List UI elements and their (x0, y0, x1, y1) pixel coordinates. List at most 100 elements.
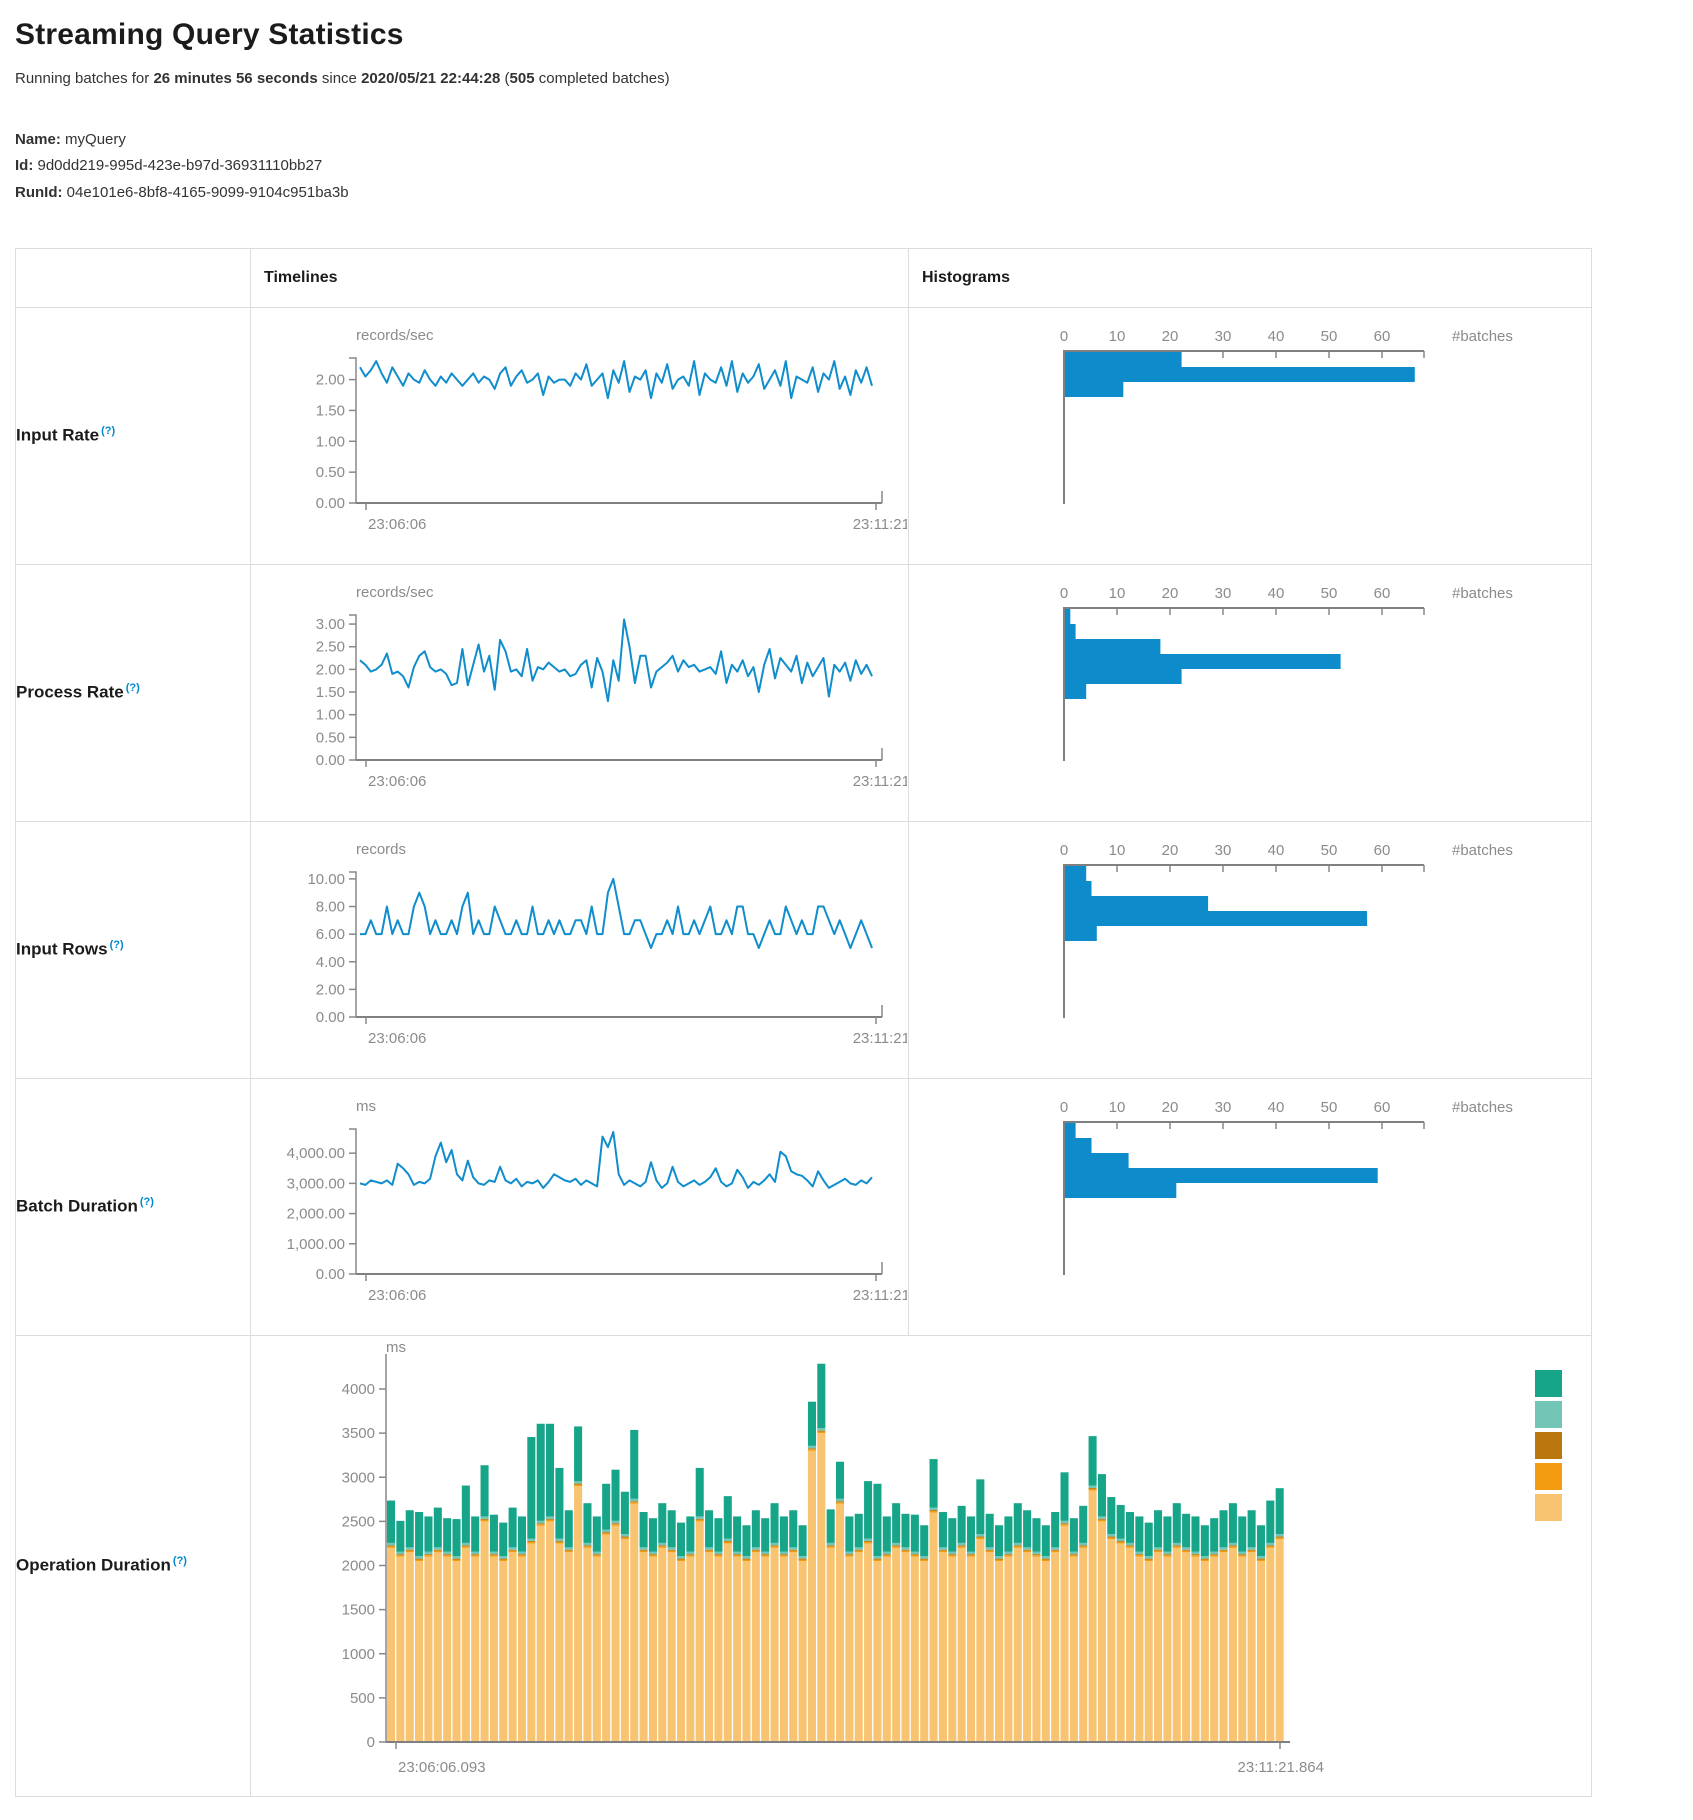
stacked-bar-segment (555, 1468, 563, 1539)
stacked-bar-segment (714, 1554, 722, 1555)
stacked-bar-segment (490, 1514, 498, 1551)
svg-text:23:11:21: 23:11:21 (853, 516, 907, 533)
stacked-bar-segment (976, 1534, 984, 1536)
input-rows-help-icon[interactable]: (?) (110, 939, 124, 951)
input-rate-help-icon[interactable]: (?) (101, 425, 115, 437)
stacked-bar-segment (733, 1555, 741, 1557)
stacked-bar-segment (640, 1550, 648, 1551)
stacked-bar-segment (565, 1550, 573, 1552)
stacked-bar-segment (789, 1550, 797, 1551)
svg-text:60: 60 (1374, 328, 1391, 345)
stacked-bar-segment (1004, 1516, 1012, 1551)
stacked-bar-segment (1032, 1556, 1040, 1741)
svg-text:10: 10 (1109, 1099, 1126, 1116)
stacked-bar-segment (752, 1550, 760, 1552)
batch-duration-help-icon[interactable]: (?) (140, 1196, 154, 1208)
stacked-bar-segment (883, 1555, 891, 1557)
operation-duration-help-icon[interactable]: (?) (173, 1555, 187, 1567)
stacked-bar-segment (593, 1551, 601, 1553)
stacked-bar-segment (630, 1430, 638, 1499)
stacked-bar-segment (1163, 1551, 1171, 1553)
stacked-bar-segment (948, 1518, 956, 1552)
timeline-line-path (360, 1132, 872, 1188)
stacked-bar-segment (509, 1547, 517, 1549)
stacked-bar-segment (677, 1559, 685, 1561)
stacked-bar-segment (1004, 1551, 1012, 1553)
summary-since-timestamp: 2020/05/21 22:44:28 (361, 70, 500, 87)
stacked-bar-segment (499, 1561, 507, 1742)
svg-text:50: 50 (1321, 842, 1338, 859)
stacked-bar-segment (1266, 1545, 1274, 1546)
stacked-bar-segment (1070, 1551, 1078, 1553)
stacked-bar-segment (1220, 1510, 1228, 1547)
table-row-batch-duration: Batch Duration(?) ms0.001,000.002,000.00… (16, 1078, 1592, 1335)
stacked-bar-segment (658, 1546, 666, 1548)
svg-text:50: 50 (1321, 585, 1338, 602)
stacked-bar-segment (583, 1548, 591, 1742)
stacked-bar-segment (1079, 1546, 1087, 1548)
histogram-chart-svg: 0102030405060#batches (909, 565, 1590, 816)
stacked-bar-segment (1089, 1488, 1097, 1489)
stacked-bar-segment (1014, 1548, 1022, 1742)
svg-text:20: 20 (1162, 328, 1179, 345)
query-name-value: myQuery (65, 131, 126, 148)
stacked-bar-segment (808, 1446, 816, 1448)
stacked-bar-segment (1117, 1538, 1125, 1540)
stacked-bar-segment (976, 1539, 984, 1742)
stacked-bar-segment (406, 1550, 414, 1551)
stacked-bar-segment (621, 1536, 629, 1537)
stacked-bar-segment (602, 1529, 610, 1531)
stacked-bar-segment (415, 1512, 423, 1556)
stacked-bar-segment (771, 1545, 779, 1546)
stacked-bar-segment (817, 1428, 825, 1430)
stacked-bar-segment (920, 1561, 928, 1742)
stacked-bar-segment (593, 1516, 601, 1551)
stacked-bar-segment (1257, 1559, 1265, 1561)
stacked-bar-segment (986, 1547, 994, 1549)
stacked-bar-segment (612, 1523, 620, 1524)
stacked-bar-segment (537, 1424, 545, 1521)
stacked-bar-segment (1201, 1525, 1209, 1556)
stacked-bar-segment (705, 1552, 713, 1742)
stacked-bar-segment (1220, 1552, 1228, 1742)
stacked-bar-segment (948, 1556, 956, 1741)
svg-text:23:06:06: 23:06:06 (368, 1030, 426, 1047)
stacked-bar-segment (518, 1554, 526, 1555)
stacked-bar-segment (640, 1550, 648, 1552)
stacked-bar-segment (855, 1550, 863, 1551)
stacked-bar-segment (789, 1510, 797, 1547)
stacked-bar-segment (462, 1546, 470, 1548)
stacked-bar-segment (827, 1546, 835, 1548)
stacked-bar-segment (1117, 1505, 1125, 1539)
stacked-bar-segment (658, 1503, 666, 1543)
stacked-bar-segment (1032, 1551, 1040, 1553)
stacked-bar-segment (817, 1433, 825, 1742)
stacked-bar-segment (1182, 1514, 1190, 1548)
stacked-bar-segment (1004, 1554, 1012, 1555)
stacked-bar-segment (396, 1554, 404, 1555)
stacked-bar-segment (490, 1556, 498, 1741)
stacked-bar-segment (621, 1534, 629, 1536)
stacked-bar-segment (771, 1548, 779, 1742)
stacked-bar-segment (443, 1551, 451, 1553)
stacked-bar-segment (967, 1554, 975, 1555)
stacked-bar-segment (864, 1538, 872, 1540)
stacked-bar-segment (1248, 1547, 1256, 1549)
statistics-table: Timelines Histograms Input Rate(?) recor… (15, 248, 1592, 1797)
stacked-bar-segment (527, 1541, 535, 1542)
process-rate-help-icon[interactable]: (?) (126, 682, 140, 694)
table-row-process-rate: Process Rate(?) records/sec0.000.501.001… (16, 564, 1592, 821)
timeline-line-chart-svg: records/sec0.000.501.001.502.0023:06:062… (251, 308, 907, 559)
stacked-bar-segment (939, 1550, 947, 1551)
stacked-bar-segment (761, 1556, 769, 1741)
batch-duration-label: Batch Duration (16, 1197, 138, 1216)
stacked-bar-segment (1023, 1550, 1031, 1551)
stacked-bar-segment (714, 1555, 722, 1557)
stacked-bar-segment (1079, 1548, 1087, 1742)
svg-text:60: 60 (1374, 1099, 1391, 1116)
stacked-bar-segment (677, 1558, 685, 1559)
svg-text:30: 30 (1215, 1099, 1232, 1116)
stacked-bar-segment (630, 1502, 638, 1504)
svg-text:1.50: 1.50 (316, 402, 345, 419)
stacked-bar-segment (1135, 1555, 1143, 1557)
